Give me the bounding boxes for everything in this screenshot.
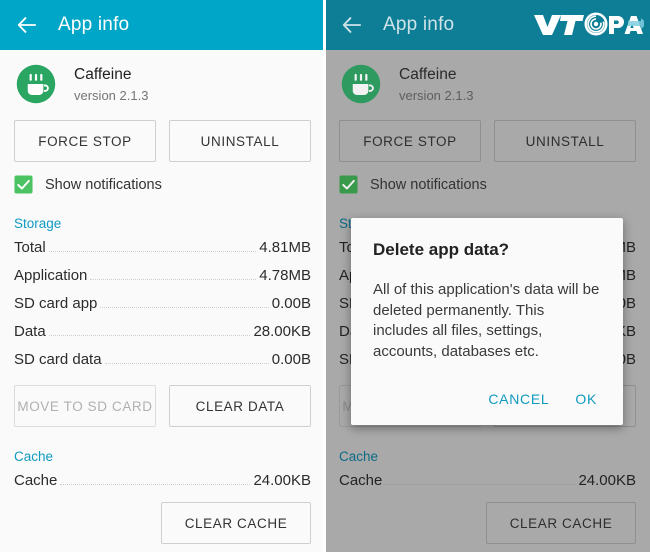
arrow-left-icon[interactable] xyxy=(14,12,40,38)
clear-cache-button[interactable]: CLEAR CACHE xyxy=(486,502,636,544)
content-area-right: Caffeine version 2.1.3 FORCE STOP UNINST… xyxy=(325,50,650,552)
move-to-sd-card-button: MOVE TO SD CARD xyxy=(14,385,156,427)
row-leader xyxy=(48,335,251,336)
row-key: Data xyxy=(14,323,46,340)
show-notifications-label: Show notifications xyxy=(370,176,487,193)
dialog-message: All of this application's data will be d… xyxy=(373,281,600,361)
row-value: 0.00B xyxy=(271,295,311,312)
show-notifications-row[interactable]: Show notifications xyxy=(339,175,636,194)
app-header-row: Caffeine version 2.1.3 xyxy=(14,50,311,116)
table-row: Application 4.78MB xyxy=(14,263,311,291)
uninstall-button[interactable]: UNINSTALL xyxy=(494,120,636,162)
row-leader xyxy=(385,484,576,485)
row-leader xyxy=(48,251,257,252)
force-stop-button[interactable]: FORCE STOP xyxy=(14,120,156,162)
dialog-title: Delete app data? xyxy=(373,240,510,259)
page-title: App info xyxy=(58,14,130,35)
row-key: Cache xyxy=(14,472,58,489)
coffee-cup-icon xyxy=(341,64,381,104)
screenshot-stage: App info Caffeine version 2.1.3 FORCE ST… xyxy=(0,0,650,552)
uninstall-button[interactable]: UNINSTALL xyxy=(169,120,311,162)
table-row: SD card data 0.00B xyxy=(14,347,311,375)
row-value: 4.81MB xyxy=(259,239,311,256)
table-row: SD card app 0.00B xyxy=(14,291,311,319)
cancel-button[interactable]: CANCEL xyxy=(488,391,549,407)
table-row: Total 4.81MB xyxy=(14,235,311,263)
cache-section-heading: Cache xyxy=(14,449,54,464)
row-leader xyxy=(60,484,251,485)
storage-actions-row: MOVE TO SD CARD CLEAR DATA xyxy=(14,385,311,427)
app-meta: Caffeine version 2.1.3 xyxy=(399,65,473,102)
table-row: Cache 24.00KB xyxy=(339,468,636,496)
checkbox-checked-icon[interactable] xyxy=(339,175,358,194)
content-area-left: Caffeine version 2.1.3 FORCE STOP UNINST… xyxy=(0,50,325,552)
row-key: SD card app xyxy=(14,295,98,312)
storage-rows: Total 4.81MB Application 4.78MB SD card … xyxy=(14,235,311,375)
app-name: Caffeine xyxy=(399,66,457,84)
vtc-pay-logo-icon xyxy=(534,12,644,36)
app-bar-dimmed: App info xyxy=(325,0,650,50)
delete-app-data-dialog: Delete app data? All of this application… xyxy=(351,218,623,425)
row-key: Cache xyxy=(339,472,383,489)
dialog-actions: CANCEL OK xyxy=(373,391,601,419)
show-notifications-label: Show notifications xyxy=(45,176,162,193)
row-leader xyxy=(90,279,257,280)
show-notifications-row[interactable]: Show notifications xyxy=(14,175,311,194)
force-stop-button[interactable]: FORCE STOP xyxy=(339,120,481,162)
app-version: version 2.1.3 xyxy=(74,87,149,103)
app-version: version 2.1.3 xyxy=(399,87,474,103)
app-meta: Caffeine version 2.1.3 xyxy=(74,65,148,102)
row-value: 24.00KB xyxy=(253,472,311,489)
phone-panel-left: App info Caffeine version 2.1.3 FORCE ST… xyxy=(0,0,325,552)
row-leader xyxy=(100,307,269,308)
primary-actions-row: FORCE STOP UNINSTALL xyxy=(14,120,311,162)
ok-button[interactable]: OK xyxy=(575,391,597,407)
row-value: 24.00KB xyxy=(578,472,636,489)
app-header-row: Caffeine version 2.1.3 xyxy=(339,50,636,116)
cache-actions-row: CLEAR CACHE xyxy=(339,502,636,544)
clear-data-button[interactable]: CLEAR DATA xyxy=(169,385,311,427)
row-leader xyxy=(104,363,269,364)
coffee-cup-icon xyxy=(16,64,56,104)
table-row: Data 28.00KB xyxy=(14,319,311,347)
primary-actions-row: FORCE STOP UNINSTALL xyxy=(339,120,636,162)
row-value: 28.00KB xyxy=(253,323,311,340)
clear-cache-button[interactable]: CLEAR CACHE xyxy=(161,502,311,544)
row-value: 4.78MB xyxy=(259,267,311,284)
app-bar: App info xyxy=(0,0,325,50)
storage-section-heading: Storage xyxy=(14,216,62,231)
row-key: Application xyxy=(14,267,88,284)
phone-panel-right: App info Caffeine version 2.1.3 FORCE ST… xyxy=(325,0,650,552)
app-name: Caffeine xyxy=(74,66,132,84)
table-row: Cache 24.00KB xyxy=(14,468,311,496)
panel-divider xyxy=(323,0,326,552)
row-key: SD card data xyxy=(14,351,102,368)
row-value: 0.00B xyxy=(271,351,311,368)
row-key: Total xyxy=(14,239,46,256)
page-title: App info xyxy=(383,14,455,35)
arrow-left-icon[interactable] xyxy=(339,12,365,38)
checkbox-checked-icon[interactable] xyxy=(14,175,33,194)
cache-actions-row: CLEAR CACHE xyxy=(14,502,311,544)
cache-section-heading: Cache xyxy=(339,449,379,464)
